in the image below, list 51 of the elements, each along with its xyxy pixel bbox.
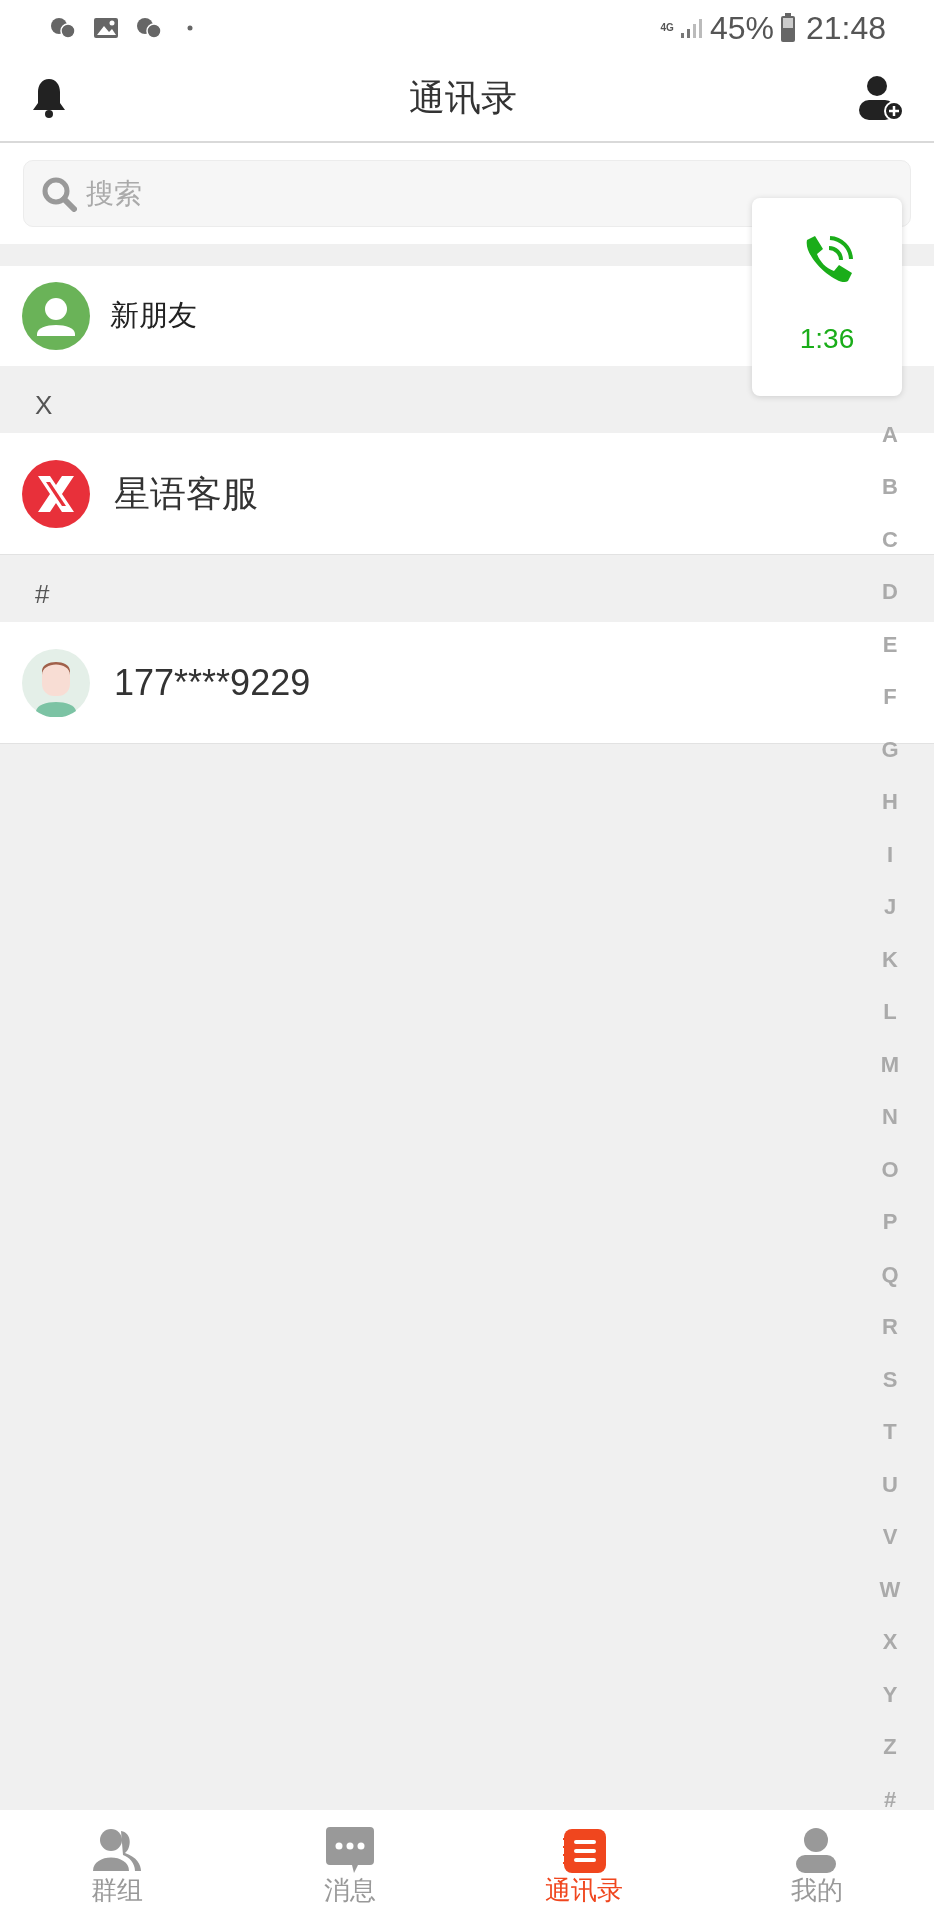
bell-icon[interactable] [30, 77, 68, 119]
index-letter[interactable]: F [883, 670, 897, 723]
row-label: 新朋友 [110, 298, 197, 334]
index-letter[interactable]: D [882, 565, 898, 618]
index-letter[interactable]: R [882, 1300, 898, 1353]
index-letter[interactable]: E [882, 618, 898, 671]
index-letter[interactable]: U [882, 1458, 898, 1511]
contact-name: 星语客服 [114, 471, 258, 516]
index-letter[interactable]: Z [883, 1720, 897, 1773]
add-contact-icon[interactable] [858, 75, 904, 121]
person-avatar-icon [22, 648, 90, 717]
logo-avatar-icon [22, 459, 90, 528]
index-letter[interactable]: C [882, 513, 898, 566]
index-letter[interactable]: Y [882, 1668, 898, 1721]
tab[interactable]: 消息 [233, 1810, 467, 1920]
search-icon [41, 176, 77, 212]
index-letter[interactable]: H [882, 775, 898, 828]
dot-icon [186, 23, 194, 32]
chat-bubble-icon [324, 1827, 377, 1875]
index-letter[interactable]: X [882, 1615, 898, 1668]
index-letter[interactable]: Q [881, 1248, 899, 1301]
battery-icon [779, 12, 796, 43]
contact-name: 177****9229 [114, 660, 311, 705]
search-field[interactable]: 搜索 [23, 160, 911, 227]
signal-icon [679, 16, 704, 39]
call-card[interactable]: 1:36 [752, 198, 902, 396]
section-letter: # [35, 578, 50, 611]
index-letter[interactable]: A [882, 408, 898, 461]
index-letter[interactable]: G [881, 723, 899, 776]
network-type: 4G [660, 22, 674, 33]
clock: 21:48 [805, 11, 886, 44]
index-letter[interactable]: W [879, 1563, 901, 1616]
index-letter[interactable]: S [882, 1353, 898, 1406]
index-letter[interactable]: L [883, 985, 897, 1038]
section-letter: X [35, 389, 53, 422]
tab[interactable]: 通讯录 [467, 1810, 701, 1920]
index-letter[interactable]: J [883, 880, 897, 933]
call-duration: 1:36 [799, 322, 855, 356]
index-letter[interactable]: T [883, 1405, 897, 1458]
index-letter[interactable]: M [880, 1038, 900, 1091]
index-letter[interactable]: P [882, 1195, 898, 1248]
index-letter[interactable]: V [882, 1510, 898, 1563]
index-letter[interactable]: O [881, 1143, 899, 1196]
person-avatar-icon [22, 282, 90, 350]
index-letter[interactable]: I [886, 828, 894, 881]
index-letter[interactable]: K [882, 933, 898, 986]
battery-percent: 45% [709, 11, 774, 44]
index-letter[interactable]: B [882, 460, 898, 513]
index-letter[interactable]: N [882, 1090, 898, 1143]
page-title: 通讯录 [409, 76, 517, 120]
tab[interactable]: 群组 [0, 1810, 234, 1920]
